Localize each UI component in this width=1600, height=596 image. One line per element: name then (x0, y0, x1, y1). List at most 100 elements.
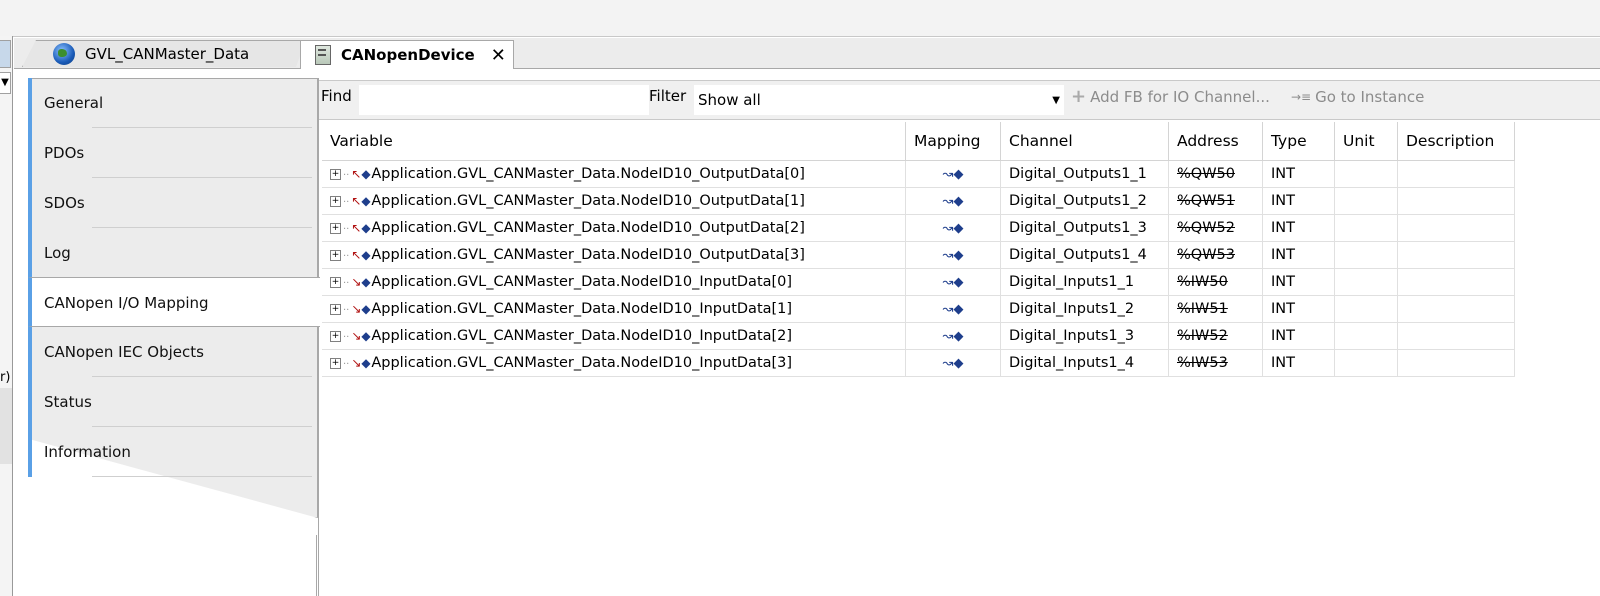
mapping-icon: ↝◆ (942, 355, 964, 371)
left-panel-tab[interactable] (0, 40, 11, 68)
mapping-cell[interactable]: ↝◆ (905, 160, 1001, 188)
column-header-address[interactable]: Address (1168, 122, 1263, 161)
mapping-cell[interactable]: ↝◆ (905, 295, 1001, 323)
table-row[interactable]: + ·· ↘◆Application.GVL_CANMaster_Data.Node… (322, 295, 1515, 323)
sidebar-item-canopen-io-mapping[interactable]: CANopen I/O Mapping (28, 277, 320, 327)
mapping-icon: ↝◆ (942, 274, 964, 290)
table-row[interactable]: + ·· ↘◆Application.GVL_CANMaster_Data.Node… (322, 349, 1515, 377)
unit-cell[interactable] (1334, 295, 1398, 323)
variable-cell[interactable]: + ·· ↖◆Application.GVL_CANMaster_Data.Node… (322, 214, 906, 242)
tab-label: CANopenDevice (341, 46, 475, 64)
expand-icon[interactable]: + (330, 303, 341, 315)
mapping-cell[interactable]: ↝◆ (905, 322, 1001, 350)
add-fb-button[interactable]: + Add FB for IO Channel... (1071, 88, 1270, 107)
unit-cell[interactable] (1334, 241, 1398, 269)
variable-name: Application.GVL_CANMaster_Data.NodeID10_… (371, 301, 793, 317)
description-cell[interactable] (1397, 214, 1515, 242)
device-editor-sidebar: General PDOs SDOs Log CANopen I/O Mappin… (28, 78, 320, 596)
address-cell: %QW50 (1168, 160, 1263, 188)
description-cell[interactable] (1397, 349, 1515, 377)
mapping-toolbar: Find Filter Show all ▼ + Add FB for IO C… (319, 80, 1600, 120)
mapping-cell[interactable]: ↝◆ (905, 268, 1001, 296)
sidebar-item-status[interactable]: Status (28, 377, 314, 427)
mapping-cell[interactable]: ↝◆ (905, 241, 1001, 269)
expand-icon[interactable]: + (330, 222, 341, 234)
description-cell[interactable] (1397, 268, 1515, 296)
device-icon (315, 45, 331, 65)
sidebar-item-label: CANopen I/O Mapping (44, 294, 209, 312)
table-row[interactable]: + ·· ↘◆Application.GVL_CANMaster_Data.Node… (322, 268, 1515, 296)
sidebar-item-canopen-iec-objects[interactable]: CANopen IEC Objects (28, 327, 314, 377)
channel-cell: Digital_Outputs1_2 (1000, 187, 1169, 215)
variable-cell[interactable]: + ·· ↖◆Application.GVL_CANMaster_Data.Node… (322, 187, 906, 215)
address-cell: %IW53 (1168, 349, 1263, 377)
table-row[interactable]: + ·· ↖◆Application.GVL_CANMaster_Data.Node… (322, 214, 1515, 242)
close-icon[interactable]: ✕ (491, 45, 506, 66)
expand-icon[interactable]: + (330, 249, 341, 261)
description-cell[interactable] (1397, 322, 1515, 350)
table-row[interactable]: + ·· ↖◆Application.GVL_CANMaster_Data.Node… (322, 187, 1515, 215)
expand-icon[interactable]: + (330, 330, 341, 342)
variable-cell[interactable]: + ·· ↘◆Application.GVL_CANMaster_Data.Node… (322, 295, 906, 323)
table-body: + ·· ↖◆Application.GVL_CANMaster_Data.Node… (322, 160, 1515, 377)
sidebar-item-sdos[interactable]: SDOs (28, 178, 314, 228)
variable-cell[interactable]: + ·· ↖◆Application.GVL_CANMaster_Data.Node… (322, 241, 906, 269)
find-label: Find (321, 87, 352, 105)
unit-cell[interactable] (1334, 160, 1398, 188)
variable-cell[interactable]: + ·· ↖◆Application.GVL_CANMaster_Data.Node… (322, 160, 906, 188)
table-row[interactable]: + ·· ↘◆Application.GVL_CANMaster_Data.Node… (322, 322, 1515, 350)
description-cell[interactable] (1397, 187, 1515, 215)
channel-cell: Digital_Inputs1_1 (1000, 268, 1169, 296)
mapping-cell[interactable]: ↝◆ (905, 187, 1001, 215)
table-row[interactable]: + ·· ↖◆Application.GVL_CANMaster_Data.Node… (322, 241, 1515, 269)
column-header-type[interactable]: Type (1262, 122, 1335, 161)
variable-name: Application.GVL_CANMaster_Data.NodeID10_… (371, 220, 805, 236)
find-input[interactable] (359, 85, 649, 115)
tab-canopen-device[interactable]: CANopenDevice ✕ (300, 40, 514, 69)
left-panel-selection (0, 388, 12, 464)
expand-icon[interactable]: + (330, 168, 341, 180)
unit-cell[interactable] (1334, 349, 1398, 377)
mapping-cell[interactable]: ↝◆ (905, 214, 1001, 242)
tab-gvl-canmaster-data[interactable]: GVL_CANMaster_Data (22, 40, 306, 67)
variable-cell[interactable]: + ·· ↘◆Application.GVL_CANMaster_Data.Node… (322, 322, 906, 350)
expand-icon[interactable]: + (330, 276, 341, 288)
column-header-mapping[interactable]: Mapping (905, 122, 1001, 161)
type-cell: INT (1262, 349, 1335, 377)
address-cell: %IW52 (1168, 322, 1263, 350)
output-variable-icon: ↖◆ (351, 248, 371, 262)
type-cell: INT (1262, 268, 1335, 296)
column-header-channel[interactable]: Channel (1000, 122, 1169, 161)
mapping-icon: ↝◆ (942, 166, 964, 182)
unit-cell[interactable] (1334, 322, 1398, 350)
left-panel-edge: ▼ r) (0, 36, 13, 596)
sidebar-item-log[interactable]: Log (28, 228, 314, 278)
add-fb-label: Add FB for IO Channel... (1090, 88, 1270, 106)
unit-cell[interactable] (1334, 268, 1398, 296)
chevron-down-icon[interactable]: ▼ (1052, 95, 1060, 106)
unit-cell[interactable] (1334, 187, 1398, 215)
table-row[interactable]: + ·· ↖◆Application.GVL_CANMaster_Data.Node… (322, 160, 1515, 188)
variable-cell[interactable]: + ·· ↘◆Application.GVL_CANMaster_Data.Node… (322, 349, 906, 377)
divider (316, 535, 317, 596)
column-header-unit[interactable]: Unit (1334, 122, 1398, 161)
column-header-description[interactable]: Description (1397, 122, 1515, 161)
column-header-variable[interactable]: Variable (322, 122, 906, 161)
variable-cell[interactable]: + ·· ↘◆Application.GVL_CANMaster_Data.Node… (322, 268, 906, 296)
window-top-area (0, 0, 1600, 37)
description-cell[interactable] (1397, 295, 1515, 323)
filter-select[interactable]: Show all ▼ (694, 85, 1064, 115)
go-to-instance-button[interactable]: →≡ Go to Instance (1291, 88, 1424, 106)
address-cell: %QW53 (1168, 241, 1263, 269)
description-cell[interactable] (1397, 160, 1515, 188)
sidebar-item-information[interactable]: Information (28, 427, 314, 477)
expand-icon[interactable]: + (330, 195, 341, 207)
chevron-down-icon[interactable]: ▼ (0, 72, 11, 94)
sidebar-item-pdos[interactable]: PDOs (28, 128, 314, 178)
unit-cell[interactable] (1334, 214, 1398, 242)
sidebar-item-general[interactable]: General (28, 78, 314, 128)
mapping-cell[interactable]: ↝◆ (905, 349, 1001, 377)
expand-icon[interactable]: + (330, 357, 341, 369)
description-cell[interactable] (1397, 241, 1515, 269)
mapping-icon: ↝◆ (942, 301, 964, 317)
